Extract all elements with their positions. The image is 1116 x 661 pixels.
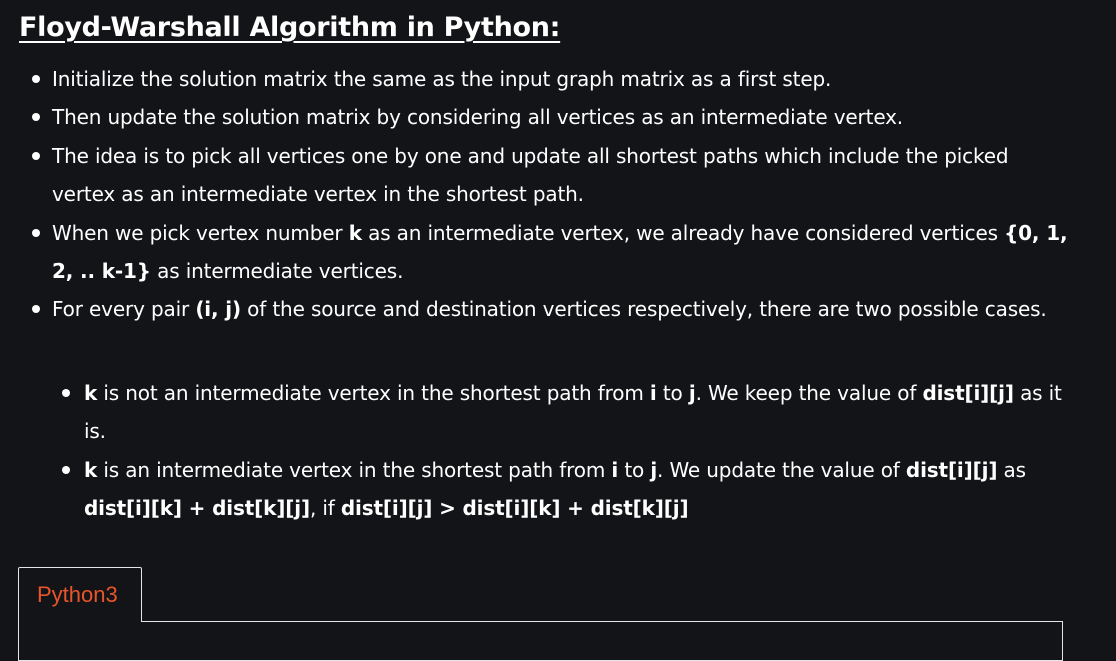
list-item: For every pair (i, j) of the source and … [0,290,1116,328]
tab-label: Python3 [37,582,118,607]
bold-term: k [84,381,98,405]
list-item-text: to [618,457,651,482]
list-item-text: of the source and destination vertices r… [240,297,1047,322]
tab-python3[interactable]: Python3 [18,567,142,622]
bold-term: dist[i][k] + dist[k][j] [84,496,310,521]
list-item-text: as [997,457,1027,482]
list-item-text: is an intermediate vertex in the shortes… [97,457,612,482]
page-title: Floyd-Warshall Algorithm in Python: [19,12,561,43]
sub-bullet-list: k is not an intermediate vertex in the s… [0,374,1116,528]
list-item: When we pick vertex number k as an inter… [0,214,1116,291]
list-item-text: Initialize the solution matrix the same … [52,67,832,91]
bold-term: dist[i][j] > dist[i][k] + dist[k][j] [340,496,689,521]
list-item-text: as intermediate vertices. [150,259,404,284]
tab-connector [19,620,141,623]
bold-term: i [649,381,657,405]
list-item: Initialize the solution matrix the same … [0,60,1116,98]
sub-list-item: k is an intermediate vertex in the short… [0,451,1116,528]
list-item-text: , if [309,496,341,521]
list-item-text: as an intermediate vertex, we already ha… [361,220,1005,245]
list-item-text: . We update the value of [657,457,906,482]
bold-term: dist[i][j] [922,381,1014,405]
list-item: Then update the solution matrix by consi… [0,98,1116,136]
list-item-text: When we pick vertex number [52,220,349,245]
bold-term: j [688,381,696,405]
bullet-list: Initialize the solution matrix the same … [0,60,1116,329]
bold-term: k [84,457,98,482]
list-item-text: is not an intermediate vertex in the sho… [97,381,650,405]
list-item-text: Then update the solution matrix by consi… [52,105,904,130]
list-item: The idea is to pick all vertices one by … [0,137,1116,214]
list-item-text: to [656,381,689,405]
list-item-text: . We keep the value of [695,381,923,405]
bold-term: k [348,220,362,245]
bold-term: dist[i][j] [905,457,998,482]
bold-term: (i, j) [195,297,241,322]
list-item-text: For every pair [52,297,196,322]
list-item-text: The idea is to pick all vertices one by … [52,143,1009,207]
sub-list-item: k is not an intermediate vertex in the s… [0,374,1116,451]
code-panel [18,621,1063,661]
